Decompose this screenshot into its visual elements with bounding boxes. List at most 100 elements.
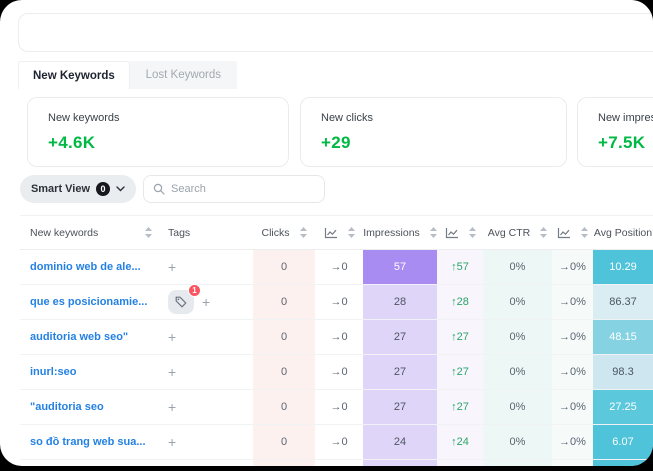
cell-impressions: 24 [363,425,437,459]
stat-card-new-keywords: New keywords +4.6K [27,97,289,167]
cell-impressions-trend: ↑27 [437,320,483,354]
add-tag-button[interactable]: + [168,260,176,274]
cell-avg-ctr: 0% [483,390,552,424]
table-row: + [20,460,653,466]
cell-ctr-trend: →0% [552,250,593,284]
cell-ctr-trend: →0% [552,355,593,389]
smart-view-count-badge: 0 [96,182,110,196]
cell-avg-ctr: 0% [483,285,552,319]
table-row: auditoria web seo" + 0 →0 27 ↑27 0% →0% … [20,320,653,355]
cell-impressions [363,460,437,466]
keyword-link[interactable]: que es posicionamie... [30,296,147,308]
sort-icon[interactable] [430,227,437,238]
column-header-avg-ctr: Avg CTR [488,227,530,239]
cell-impressions: 57 [363,250,437,284]
cell-impressions-trend: ↑27 [437,355,483,389]
cell-clicks-trend [315,460,363,466]
sort-icon[interactable] [145,227,152,238]
cell-ctr-trend: →0% [552,425,593,459]
cell-ctr-trend: →0% [552,285,593,319]
keywords-table: New keywords Tags Clicks [20,215,653,466]
tab-bar: New Keywords Lost Keywords [18,61,237,89]
keyword-link[interactable]: auditoria web seo" [30,331,128,343]
cell-impressions-trend: ↑27 [437,390,483,424]
cell-avg-ctr: 0% [483,425,552,459]
search-icon [153,183,165,195]
column-header-avg-position: Avg Position [594,227,652,239]
cell-avg-ctr [483,460,552,466]
cell-clicks-trend: →0 [315,425,363,459]
column-header-impressions: Impressions [363,227,420,239]
cell-avg-position: 86.37 [593,285,653,319]
stat-value: +29 [321,133,546,153]
search-box [143,175,325,203]
cell-ctr-trend [552,460,593,466]
keyword-link[interactable]: dominio web de ale... [30,261,141,273]
cell-avg-position [593,460,653,466]
add-tag-button[interactable]: + [168,365,176,379]
stat-value: +7.5K [598,133,653,153]
keyword-link[interactable]: so đồ trang web sua... [30,436,146,448]
cell-impressions: 27 [363,320,437,354]
add-tag-button[interactable]: + [168,400,176,414]
cell-avg-position: 27.25 [593,390,653,424]
cell-ctr-trend: →0% [552,390,593,424]
tab-new-keywords[interactable]: New Keywords [18,61,130,89]
chevron-down-icon [116,186,125,192]
add-tag-button[interactable]: + [202,295,210,309]
sort-icon[interactable] [540,227,547,238]
trend-chart-icon[interactable] [445,227,459,239]
cell-impressions-trend: ↑24 [437,425,483,459]
cell-ctr-trend: →0% [552,320,593,354]
smart-view-button[interactable]: Smart View 0 [20,175,136,203]
cell-avg-position: 48.15 [593,320,653,354]
cell-clicks-trend: →0 [315,390,363,424]
stat-value: +4.6K [48,133,268,153]
sort-icon[interactable] [469,227,476,238]
cell-clicks: 0 [253,285,315,319]
sort-icon[interactable] [348,227,355,238]
stat-label: New impressions [598,112,653,124]
add-tag-button[interactable]: + [168,330,176,344]
cell-avg-ctr: 0% [483,250,552,284]
table-body: dominio web de ale... + 0 →0 57 ↑57 0% →… [20,250,653,466]
cell-impressions-trend: ↑57 [437,250,483,284]
cell-avg-position: 98.3 [593,355,653,389]
column-header-tags: Tags [168,227,190,239]
search-input[interactable] [171,183,315,195]
cell-impressions-trend [437,460,483,466]
table-row: que es posicionamie... 1 + 0 →0 28 ↑28 0… [20,285,653,320]
cell-clicks-trend: →0 [315,320,363,354]
table-row: so đồ trang web sua... + 0 →0 24 ↑24 0% … [20,425,653,460]
tag-button[interactable]: 1 [168,290,194,314]
dashboard-card: New Keywords Lost Keywords New keywords … [0,0,653,466]
stat-card-new-impressions: New impressions +7.5K [577,97,653,167]
cell-avg-position: 6.07 [593,425,653,459]
cell-clicks [253,460,315,466]
trend-chart-icon[interactable] [324,227,338,239]
cell-avg-position: 10.29 [593,250,653,284]
cell-clicks: 0 [253,425,315,459]
stat-card-new-clicks: New clicks +29 [300,97,567,167]
trend-chart-icon[interactable] [557,227,571,239]
cell-impressions: 27 [363,390,437,424]
cell-clicks: 0 [253,355,315,389]
smart-view-label: Smart View [31,183,90,195]
table-row: dominio web de ale... + 0 →0 57 ↑57 0% →… [20,250,653,285]
cell-clicks: 0 [253,320,315,354]
sort-icon[interactable] [581,227,588,238]
keyword-link[interactable]: "auditoria seo [30,401,104,413]
keyword-link[interactable]: inurl:seo [30,366,76,378]
cell-clicks: 0 [253,250,315,284]
cell-impressions: 27 [363,355,437,389]
tab-lost-keywords[interactable]: Lost Keywords [130,61,237,89]
column-header-clicks: Clicks [262,227,290,239]
stat-label: New clicks [321,112,546,124]
table-row: "auditoria seo + 0 →0 27 ↑27 0% →0% 27.2… [20,390,653,425]
tag-count-badge: 1 [188,284,201,297]
cell-avg-ctr: 0% [483,320,552,354]
top-toolbar [18,13,653,52]
table-header-row: New keywords Tags Clicks [20,215,653,250]
sort-icon[interactable] [300,227,307,238]
add-tag-button[interactable]: + [168,435,176,449]
